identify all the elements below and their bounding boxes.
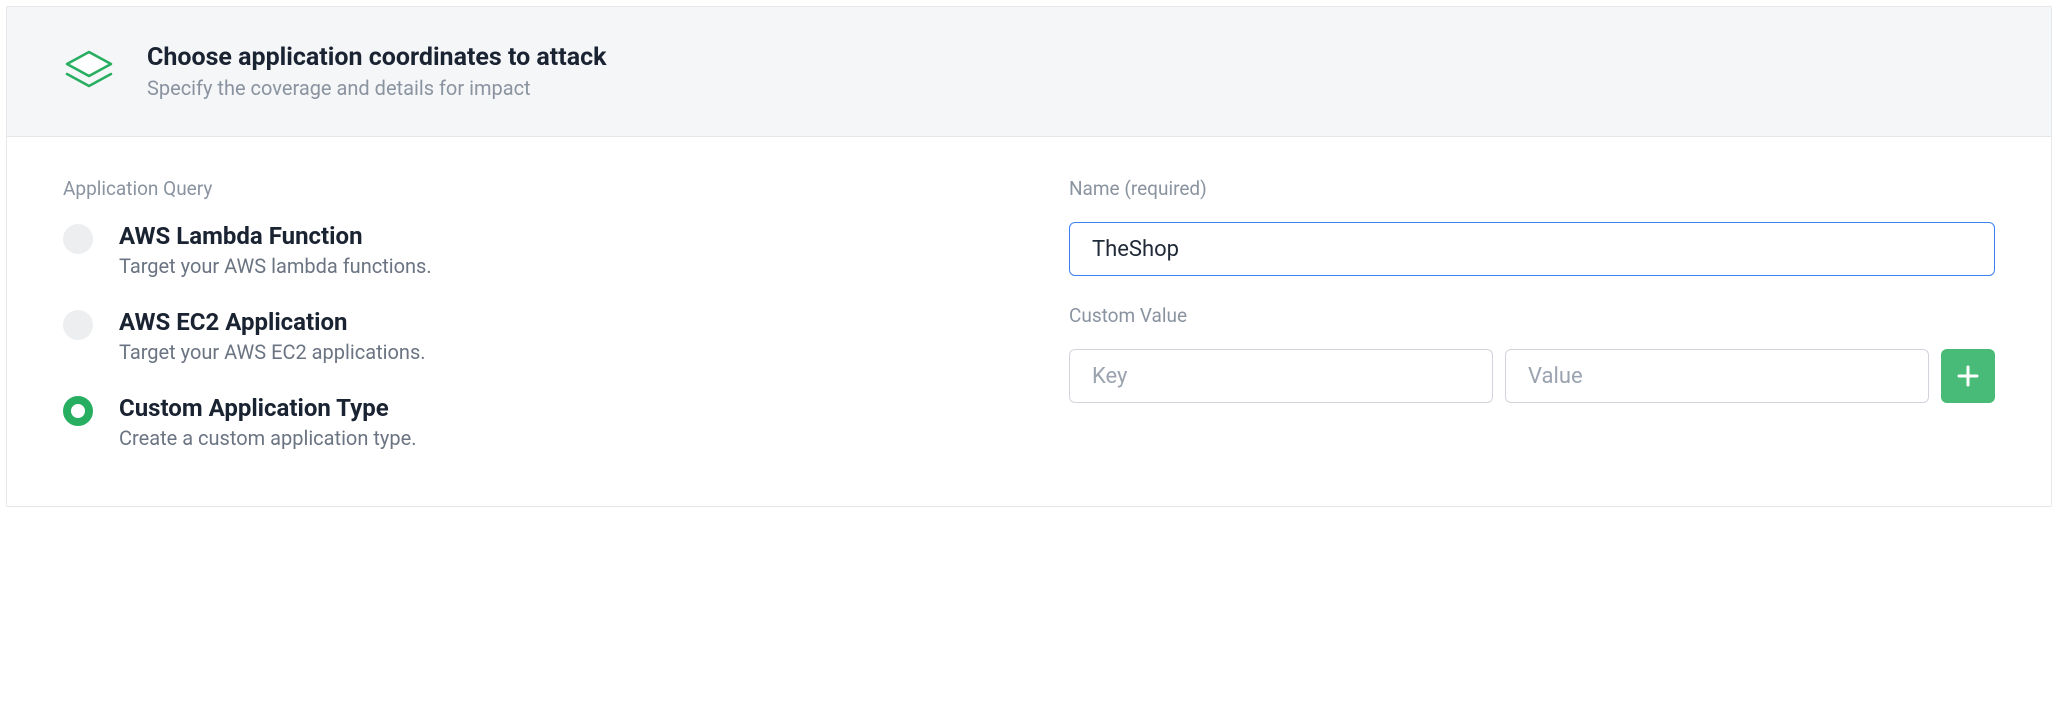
value-input[interactable] [1505,349,1929,403]
header-text: Choose application coordinates to attack… [147,43,606,100]
header-subtitle: Specify the coverage and details for imp… [147,76,606,100]
card-body: Application Query AWS Lambda Function Ta… [7,137,2051,506]
radio-indicator-selected [63,396,93,426]
application-coordinates-card: Choose application coordinates to attack… [6,6,2052,507]
radio-desc: Target your AWS lambda functions. [119,254,432,278]
radio-desc: Create a custom application type. [119,426,416,450]
radio-content: AWS EC2 Application Target your AWS EC2 … [119,308,426,364]
application-query-label: Application Query [63,177,989,200]
radio-option-aws-lambda[interactable]: AWS Lambda Function Target your AWS lamb… [63,222,989,278]
radio-title: AWS Lambda Function [119,222,432,250]
name-field-group: Name (required) [1069,177,1995,276]
details-section: Name (required) Custom Value [1069,177,1995,450]
radio-content: Custom Application Type Create a custom … [119,394,416,450]
radio-indicator [63,310,93,340]
card-header: Choose application coordinates to attack… [7,7,2051,137]
radio-title: AWS EC2 Application [119,308,426,336]
name-label: Name (required) [1069,177,1995,200]
layers-icon [63,46,115,98]
radio-indicator [63,224,93,254]
add-button[interactable] [1941,349,1995,403]
radio-title: Custom Application Type [119,394,416,422]
custom-value-field-group: Custom Value [1069,304,1995,403]
plus-icon [1955,363,1981,389]
name-input[interactable] [1069,222,1995,276]
key-value-row [1069,349,1995,403]
radio-desc: Target your AWS EC2 applications. [119,340,426,364]
custom-value-label: Custom Value [1069,304,1995,327]
radio-content: AWS Lambda Function Target your AWS lamb… [119,222,432,278]
radio-option-custom-type[interactable]: Custom Application Type Create a custom … [63,394,989,450]
application-query-section: Application Query AWS Lambda Function Ta… [63,177,989,450]
header-title: Choose application coordinates to attack [147,43,606,72]
radio-option-aws-ec2[interactable]: AWS EC2 Application Target your AWS EC2 … [63,308,989,364]
key-input[interactable] [1069,349,1493,403]
